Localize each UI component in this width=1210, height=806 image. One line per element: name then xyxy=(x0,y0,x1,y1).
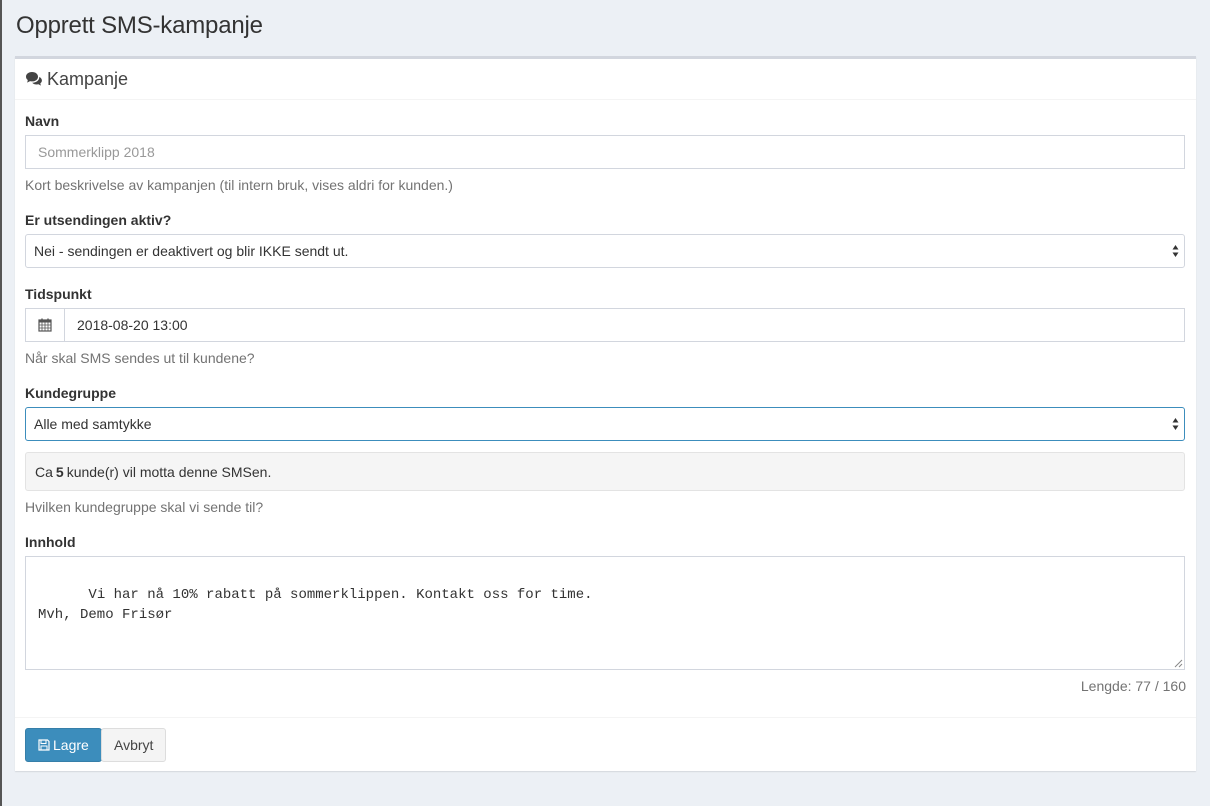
resize-grip-icon[interactable] xyxy=(1174,659,1183,668)
select-arrows-icon xyxy=(1172,418,1179,430)
time-input-value: 2018-08-20 13:00 xyxy=(77,317,188,333)
save-button[interactable]: Lagre xyxy=(25,728,102,762)
active-select[interactable]: Nei - sendingen er deaktivert og blir IK… xyxy=(25,234,1185,268)
cancel-button[interactable]: Avbryt xyxy=(101,728,167,762)
name-input[interactable]: Sommerklipp 2018 xyxy=(25,135,1185,169)
group-label: Kundegruppe xyxy=(25,385,116,401)
name-input-placeholder: Sommerklipp 2018 xyxy=(38,144,155,160)
calendar-addon[interactable] xyxy=(25,308,64,342)
time-input[interactable]: 2018-08-20 13:00 xyxy=(64,308,1185,342)
content-label: Innhold xyxy=(25,534,76,550)
box-footer: Lagre Avbryt xyxy=(15,717,1196,774)
comments-icon xyxy=(25,71,44,87)
page-title: Opprett SMS-kampanje xyxy=(16,12,263,39)
name-label: Navn xyxy=(25,113,60,129)
select-arrows-icon xyxy=(1172,245,1179,257)
box-title: Kampanje xyxy=(47,68,129,89)
content-textarea-value: Vi har nå 10% rabatt på sommerklippen. K… xyxy=(38,587,593,623)
box-header: Kampanje xyxy=(15,59,1196,100)
floppy-disk-icon xyxy=(38,739,50,751)
time-input-group: 2018-08-20 13:00 xyxy=(25,308,1185,342)
calendar-icon xyxy=(38,318,52,332)
recipient-count-prefix: Ca xyxy=(35,463,53,480)
active-label: Er utsendingen aktiv? xyxy=(25,212,172,228)
content-length-counter: Lengde: 77 / 160 xyxy=(1080,678,1186,694)
recipient-count: 5 xyxy=(55,463,64,480)
recipient-count-info: Ca 5 kunde(r) vil motta denne SMSen. xyxy=(25,452,1185,491)
group-select-value: Alle med samtykke xyxy=(34,416,152,432)
name-help: Kort beskrivelse av kampanjen (til inter… xyxy=(25,177,453,193)
content-textarea[interactable]: Vi har nå 10% rabatt på sommerklippen. K… xyxy=(25,556,1185,670)
group-select[interactable]: Alle med samtykke xyxy=(25,407,1185,441)
save-button-label: Lagre xyxy=(53,737,89,753)
time-help: Når skal SMS sendes ut til kundene? xyxy=(25,350,255,366)
active-select-value: Nei - sendingen er deaktivert og blir IK… xyxy=(34,243,349,259)
cancel-button-label: Avbryt xyxy=(114,737,154,753)
time-label: Tidspunkt xyxy=(25,286,92,302)
recipient-count-suffix: kunde(r) vil motta denne SMSen. xyxy=(66,463,272,480)
group-help: Hvilken kundegruppe skal vi sende til? xyxy=(25,499,264,515)
campaign-box: Kampanje Navn Sommerklipp 2018 Kort besk… xyxy=(15,56,1196,771)
